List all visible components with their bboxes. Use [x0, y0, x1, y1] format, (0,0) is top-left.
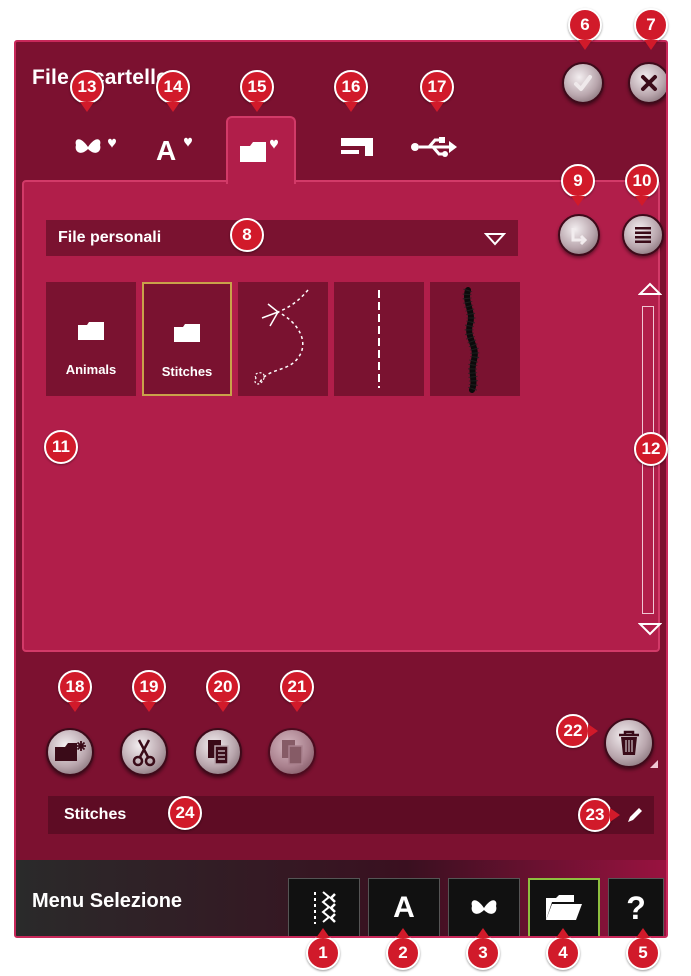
file-browser-panel: File personali Animals Stitches: [22, 180, 664, 652]
new-folder-icon: [55, 741, 86, 761]
file-name-value: Stitches: [64, 806, 127, 823]
callout-18: 18: [58, 670, 92, 704]
folder-up-icon: [571, 228, 588, 246]
pencil-icon[interactable]: [626, 806, 644, 824]
folder-up-button[interactable]: [558, 214, 600, 256]
callout-10: 10: [625, 164, 659, 198]
machine-icon: [341, 138, 373, 156]
help-symbol: ?: [626, 889, 646, 926]
font-heart-icon: A: [156, 135, 192, 162]
copy-button[interactable]: [194, 728, 242, 776]
scissors-icon: [132, 739, 156, 767]
tab-font-favorites[interactable]: A: [140, 116, 210, 178]
font-letter: A: [393, 891, 415, 924]
callout-8: 8: [230, 218, 264, 252]
stitch-icon: [314, 891, 336, 924]
straight-stitch-icon: [378, 290, 380, 388]
tile-label: Animals: [65, 362, 117, 377]
tab-usb-device[interactable]: [400, 116, 470, 178]
stitch-pattern-icon: [254, 289, 309, 385]
close-icon: [641, 75, 657, 91]
chevron-down-icon: [484, 233, 506, 246]
callout-7: 7: [634, 8, 668, 42]
scroll-up-arrow-icon[interactable]: [638, 282, 662, 296]
callout-11: 11: [44, 430, 78, 464]
menu-label: Menu Selezione: [32, 890, 183, 912]
new-folder-button[interactable]: [46, 728, 94, 776]
callout-13: 13: [70, 70, 104, 104]
callout-21: 21: [280, 670, 314, 704]
svg-text:A: A: [156, 135, 176, 162]
cut-button[interactable]: [120, 728, 168, 776]
folder-icon: [174, 324, 200, 342]
list-icon: [635, 227, 651, 243]
callout-5: 5: [626, 936, 660, 970]
folder-open-icon: [546, 895, 582, 920]
callout-14: 14: [156, 70, 190, 104]
callout-1: 1: [306, 936, 340, 970]
usb-icon: [411, 137, 457, 157]
tab-personal-files[interactable]: [226, 116, 296, 184]
callout-16: 16: [334, 70, 368, 104]
tab-embroidery-favorites[interactable]: [60, 116, 130, 178]
folder-heart-icon: [240, 139, 278, 162]
file-tile-stitch-1[interactable]: [238, 282, 328, 396]
file-tile-folder-animals[interactable]: Animals: [46, 282, 136, 396]
confirm-button[interactable]: [562, 62, 604, 104]
callout-12: 12: [634, 432, 668, 466]
butterfly-icon: [471, 900, 497, 914]
scroll-down-arrow-icon[interactable]: [638, 622, 662, 636]
callout-20: 20: [206, 670, 240, 704]
file-tile-folder-stitches[interactable]: Stitches: [142, 282, 232, 396]
callout-17: 17: [420, 70, 454, 104]
tile-label: Stitches: [161, 364, 213, 379]
list-view-button[interactable]: [622, 214, 664, 256]
callout-22: 22: [556, 714, 590, 748]
file-tile-stitch-3[interactable]: [430, 282, 520, 396]
callout-6: 6: [568, 8, 602, 42]
callout-2: 2: [386, 936, 420, 970]
file-tile-stitch-2[interactable]: [334, 282, 424, 396]
check-icon: [574, 75, 592, 91]
file-name-field[interactable]: Stitches: [48, 796, 654, 834]
close-button[interactable]: [628, 62, 666, 104]
delete-button[interactable]: [604, 718, 654, 768]
callout-9: 9: [561, 164, 595, 198]
copy-icon: [208, 740, 229, 765]
paste-icon: [282, 740, 303, 765]
paste-button[interactable]: [268, 728, 316, 776]
callout-4: 4: [546, 936, 580, 970]
corner-indicator-icon: [650, 760, 658, 768]
callout-23: 23: [578, 798, 612, 832]
selection-menu-bar: Menu Selezione A ?: [16, 860, 666, 936]
folder-icon: [78, 322, 104, 340]
butterfly-heart-icon: [75, 138, 116, 153]
callout-19: 19: [132, 670, 166, 704]
callout-15: 15: [240, 70, 274, 104]
decorative-stitch-icon: [462, 287, 480, 393]
callout-3: 3: [466, 936, 500, 970]
location-dropdown[interactable]: File personali: [46, 220, 518, 256]
callout-24: 24: [168, 796, 202, 830]
trash-icon: [619, 730, 639, 755]
tab-sewing-machine[interactable]: [322, 116, 392, 178]
location-value: File personali: [58, 229, 162, 246]
